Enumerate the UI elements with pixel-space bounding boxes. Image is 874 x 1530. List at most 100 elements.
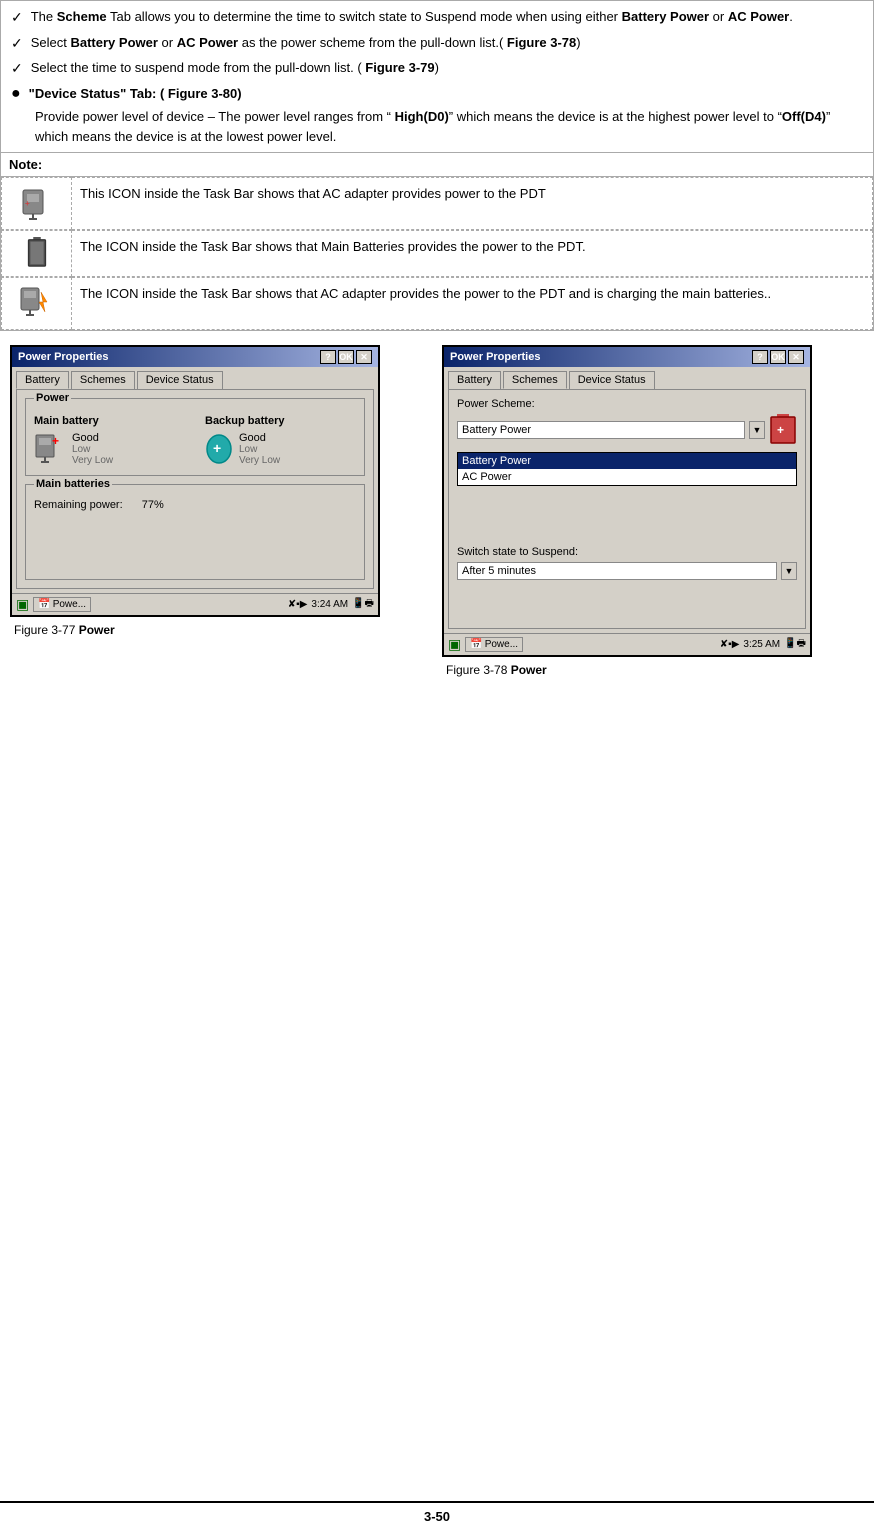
fig78-caption-prefix: Figure 3-78 [446,663,511,677]
battery-icon-cell [2,231,72,277]
scheme-list-item-battery[interactable]: Battery Power [458,453,796,469]
icon-row-3: The ICON inside the Task Bar shows that … [1,277,874,331]
scheme-list-item-ac[interactable]: AC Power [458,469,796,485]
scheme-dropdown-row: Battery Power ▼ + [457,414,797,446]
scheme-dropdown[interactable]: Battery Power [457,421,745,439]
ok-button-77[interactable]: OK [338,350,354,364]
dialog-taskbar-77: ▣ 📅 Powe... ✘▪▶ 3:24 AM 📱🖶 [12,593,378,615]
page-number: 3-50 [424,1509,450,1524]
charging-icon-description: The ICON inside the Task Bar shows that … [72,278,873,330]
taskbar-powe-label-77: Powe... [53,599,86,610]
icon-row-2: The ICON inside the Task Bar shows that … [1,230,874,277]
svg-text:+: + [25,199,30,208]
taskbar-powe-78[interactable]: 📅 Powe... [465,637,523,652]
figure-77: Power Properties ? OK ✕ Battery Schemes … [10,345,432,677]
backup-bat-vlow: Very Low [239,455,280,466]
checklist-item-1: ✓ The Scheme Tab allows you to determine… [11,7,863,27]
suspend-label: Switch state to Suspend: [457,546,797,558]
svg-text:+: + [52,434,59,448]
check-icon-1: ✓ [11,9,23,26]
dialog-tabs-77: Battery Schemes Device Status [12,367,378,389]
remaining-value: 77% [142,499,164,511]
main-battery-col: Main battery + [34,415,185,467]
svg-text:+: + [777,423,784,437]
main-battery-icon [27,237,47,267]
checklist-text-2: Select Battery Power or AC Power as the … [31,33,581,53]
main-bat-icon-77: + [34,431,66,467]
suspend-dropdown-row: After 5 minutes ▼ [457,562,797,580]
titlebar-buttons-78: ? OK ✕ [752,350,804,364]
main-battery-icon-row: + Good Low Very Low [34,431,185,467]
dialog-content-78: Power Scheme: Battery Power ▼ + Battery … [448,389,806,629]
taskbar-extra-icons-77: 📱🖶 [352,596,374,613]
dialog-tabs-78: Battery Schemes Device Status [444,367,810,389]
tab-battery-77[interactable]: Battery [16,371,69,389]
dialog-content-77: Power Main battery [16,389,374,589]
icon-table-row-2: The ICON inside the Task Bar shows that … [2,231,873,277]
tab-device-status-77[interactable]: Device Status [137,371,223,389]
close-button-77[interactable]: ✕ [356,350,372,364]
icon-inner-table-2: The ICON inside the Task Bar shows that … [1,230,873,277]
backup-battery-title: Backup battery [205,415,356,427]
figure-78-caption: Figure 3-78 Power [442,663,864,677]
remaining-power-row: Remaining power: 77% [34,499,356,511]
content-table: ✓ The Scheme Tab allows you to determine… [0,0,874,331]
taskbar-extra-icons-78: 📱🖶 [784,636,806,653]
main-bat-vlow: Very Low [72,455,113,466]
check-icon-2: ✓ [11,35,23,52]
checklist-text-1: The Scheme Tab allows you to determine t… [31,7,793,27]
tab-schemes-77[interactable]: Schemes [71,371,135,389]
icon-inner-table-3: The ICON inside the Task Bar shows that … [1,277,873,330]
battery-icon-text: The ICON inside the Task Bar shows that … [80,239,586,254]
bullet-device-status: ● "Device Status" Tab: ( Figure 3-80) [11,84,863,104]
taskbar-powe-label-78: Powe... [485,639,518,650]
close-button-78[interactable]: ✕ [788,350,804,364]
suspend-dropdown[interactable]: After 5 minutes [457,562,777,580]
help-button-78[interactable]: ? [752,350,768,364]
help-button-77[interactable]: ? [320,350,336,364]
taskbar-time-77: 3:24 AM [311,599,348,610]
tab-battery-78[interactable]: Battery [448,371,501,389]
icon-row-1: + This ICON inside the Task Bar shows th… [1,177,874,231]
tab-device-status-78[interactable]: Device Status [569,371,655,389]
dialog-taskbar-78: ▣ 📅 Powe... ✘▪▶ 3:25 AM 📱🖶 [444,633,810,655]
ac-icon-cell: + [2,178,72,230]
tab-schemes-78[interactable]: Schemes [503,371,567,389]
dialog-title-78: Power Properties [450,351,540,363]
dialog-titlebar-78: Power Properties ? OK ✕ [444,347,810,367]
backup-battery-icon-row: + Good Low Very Low [205,431,356,467]
icon-inner-table-1: + This ICON inside the Task Bar shows th… [1,177,873,230]
ac-icon-description: This ICON inside the Task Bar shows that… [72,178,873,230]
taskbar-icon-77: 📅 [38,599,50,610]
main-battery-title: Main battery [34,415,185,427]
suspend-dropdown-arrow[interactable]: ▼ [781,562,797,580]
figure-78: Power Properties ? OK ✕ Battery Schemes … [442,345,864,677]
checklist-cell: ✓ The Scheme Tab allows you to determine… [1,1,874,153]
power-scheme-label: Power Scheme: [457,398,797,410]
backup-bat-low: Low [239,444,280,455]
bullet-icon: ● [11,84,21,103]
ok-button-78[interactable]: OK [770,350,786,364]
charging-icon-text: The ICON inside the Task Bar shows that … [80,286,771,301]
icon-row-2-wrapper: The ICON inside the Task Bar shows that … [1,230,874,277]
scheme-dropdown-arrow[interactable]: ▼ [749,421,765,439]
main-bat-low: Low [72,444,113,455]
note-cell: Note: [1,153,874,177]
fig77-caption-prefix: Figure 3-77 [14,623,79,637]
note-row: Note: [1,153,874,177]
backup-bat-good: Good [239,432,280,444]
taskbar-icons-77: ✘▪▶ [288,599,308,610]
icon-row-1-wrapper: + This ICON inside the Task Bar shows th… [1,177,873,230]
svg-text:+: + [213,440,221,456]
taskbar-icons-78: ✘▪▶ [720,639,740,650]
main-batteries-group-77: Main batteries Remaining power: 77% [25,484,365,580]
taskbar-powe-77[interactable]: 📅 Powe... [33,597,91,612]
ac-adapter-icon: + [19,184,55,220]
backup-battery-status: Good Low Very Low [239,432,280,466]
backup-battery-col: Backup battery + Good Low [205,415,356,467]
icon-table-row-3: The ICON inside the Task Bar shows that … [2,278,873,330]
backup-bat-icon-77: + [205,431,233,467]
charging-icon-cell [2,278,72,330]
dialog-box-77: Power Properties ? OK ✕ Battery Schemes … [10,345,380,617]
dialog-title-77: Power Properties [18,351,108,363]
